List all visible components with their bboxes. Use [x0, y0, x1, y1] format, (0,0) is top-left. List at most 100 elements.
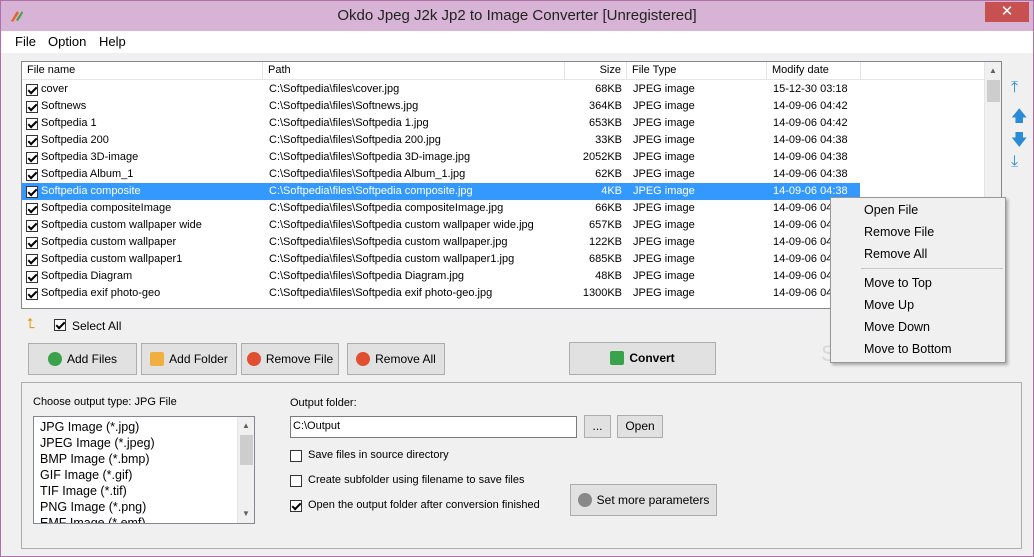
menu-help[interactable]: Help: [99, 34, 126, 49]
output-type-item[interactable]: PNG Image (*.png): [40, 499, 146, 515]
table-row[interactable]: Softnews C:\Softpedia\files\Softnews.jpg 3…: [22, 98, 984, 115]
select-all-label: Select All: [72, 319, 122, 333]
row-checkbox[interactable]: [26, 186, 38, 198]
file-path-cell: C:\Softpedia\files\cover.jpg: [269, 83, 400, 95]
add-folder-button[interactable]: Add Folder: [141, 343, 237, 375]
context-menu-item[interactable]: Open File: [864, 200, 918, 220]
move-bottom-icon[interactable]: ⤓: [1011, 153, 1018, 171]
browse-button[interactable]: ...: [584, 415, 611, 438]
minus-icon: [246, 352, 261, 366]
move-down-icon[interactable]: 🡇: [1011, 129, 1027, 156]
row-checkbox[interactable]: [26, 101, 38, 113]
file-type-cell: JPEG image: [633, 253, 695, 265]
output-folder-input[interactable]: C:\Output: [290, 416, 577, 438]
file-size-cell: 66KB: [595, 202, 622, 214]
move-up-icon[interactable]: 🡅: [1011, 105, 1027, 132]
table-row[interactable]: Softpedia 200 C:\Softpedia\files\Softpedi…: [22, 132, 984, 149]
option-checkbox[interactable]: [290, 500, 302, 512]
table-row[interactable]: Softpedia 1 C:\Softpedia\files\Softpedia …: [22, 115, 984, 132]
select-all-row: ⮤ Select All: [27, 315, 227, 333]
remove-file-button[interactable]: Remove File: [241, 343, 339, 375]
row-checkbox[interactable]: [26, 237, 38, 249]
row-checkbox[interactable]: [26, 152, 38, 164]
output-type-item[interactable]: JPEG Image (*.jpeg): [40, 435, 155, 451]
convert-icon: [610, 351, 625, 365]
output-type-item[interactable]: TIF Image (*.tif): [40, 483, 127, 499]
menu-option[interactable]: Option: [48, 34, 86, 49]
file-path-cell: C:\Softpedia\files\Softpedia 3D-image.jp…: [269, 151, 471, 163]
set-parameters-button[interactable]: Set more parameters: [570, 484, 717, 516]
remove-all-button[interactable]: Remove All: [347, 343, 445, 375]
menu-file[interactable]: File: [15, 34, 36, 49]
file-name-cell: Softpedia exif photo-geo: [41, 287, 161, 299]
context-menu-item[interactable]: Remove File: [864, 222, 934, 242]
file-path-cell: C:\Softpedia\files\Softpedia custom wall…: [269, 219, 534, 231]
output-type-item[interactable]: BMP Image (*.bmp): [40, 451, 150, 467]
output-type-item[interactable]: JPG Image (*.jpg): [40, 419, 139, 435]
row-checkbox[interactable]: [26, 135, 38, 147]
file-size-cell: 2052KB: [582, 151, 622, 163]
row-checkbox[interactable]: [26, 271, 38, 283]
file-size-cell: 62KB: [595, 168, 622, 180]
file-name-cell: Softpedia custom wallpaper: [41, 236, 177, 248]
output-type-list[interactable]: JPG Image (*.jpg) JPEG Image (*.jpeg) BMP …: [33, 416, 255, 524]
file-type-cell: JPEG image: [633, 219, 695, 231]
file-date-cell: 14-09-06 04:38: [773, 151, 848, 163]
main-window: Okdo Jpeg J2k Jp2 to Image Converter [Un…: [0, 0, 1034, 557]
column-modify-date[interactable]: Modify date: [767, 62, 861, 80]
option-checkbox[interactable]: [290, 450, 302, 462]
file-path-cell: C:\Softpedia\files\Softpedia composite.j…: [269, 185, 473, 197]
output-type-label: Choose output type: JPG File: [33, 396, 177, 408]
scrollbar-thumb[interactable]: [987, 80, 1000, 102]
file-name-cell: Softpedia 1: [41, 117, 97, 129]
type-scroll-down-icon[interactable]: ▼: [242, 509, 250, 518]
type-scroll-up-icon[interactable]: ▲: [242, 421, 250, 430]
row-checkbox[interactable]: [26, 288, 38, 300]
file-name-cell: Softpedia 200: [41, 134, 109, 146]
file-name-cell: Softpedia 3D-image: [41, 151, 139, 163]
context-menu: Open File Remove File Remove All Move to To…: [830, 197, 1006, 363]
close-button[interactable]: ✕: [985, 2, 1029, 22]
row-checkbox[interactable]: [26, 220, 38, 232]
table-row[interactable]: Softpedia Album_1 C:\Softpedia\files\Soft…: [22, 166, 984, 183]
context-menu-item[interactable]: Move Down: [864, 317, 930, 337]
file-name-cell: Softpedia custom wallpaper1: [41, 253, 183, 265]
row-checkbox[interactable]: [26, 118, 38, 130]
output-type-item[interactable]: GIF Image (*.gif): [40, 467, 132, 483]
table-row[interactable]: Softpedia 3D-image C:\Softpedia\files\Sof…: [22, 149, 984, 166]
context-menu-item[interactable]: Move to Top: [864, 273, 932, 293]
file-type-cell: JPEG image: [633, 185, 695, 197]
menu-bar: File Option Help: [1, 31, 1033, 53]
row-checkbox[interactable]: [26, 84, 38, 96]
up-folder-icon[interactable]: ⮤: [27, 315, 35, 332]
row-checkbox[interactable]: [26, 169, 38, 181]
gear-icon: [577, 493, 592, 507]
context-menu-item[interactable]: Move to Bottom: [864, 339, 952, 359]
column-file-name[interactable]: File name: [22, 62, 263, 80]
file-date-cell: 14-09-06 04:38: [773, 134, 848, 146]
context-menu-item[interactable]: Remove All: [864, 244, 927, 264]
move-top-icon[interactable]: ⤒: [1011, 79, 1018, 97]
table-row[interactable]: cover C:\Softpedia\files\cover.jpg 68KB JPE…: [22, 81, 984, 98]
row-checkbox[interactable]: [26, 203, 38, 215]
file-type-cell: JPEG image: [633, 202, 695, 214]
column-file-type[interactable]: File Type: [627, 62, 767, 80]
add-files-button[interactable]: Add Files: [28, 343, 137, 375]
column-size[interactable]: Size: [565, 62, 627, 80]
option-checkbox[interactable]: [290, 475, 302, 487]
scroll-up-icon[interactable]: ▲: [989, 66, 997, 75]
output-type-item[interactable]: EMF Image (*.emf): [40, 515, 146, 523]
context-menu-item[interactable]: Move Up: [864, 295, 914, 315]
file-name-cell: Softpedia Diagram: [41, 270, 133, 282]
file-date-cell: 14-09-06 04:42: [773, 117, 848, 129]
convert-button[interactable]: Convert: [569, 342, 716, 375]
column-path[interactable]: Path: [263, 62, 565, 80]
select-all-checkbox[interactable]: [54, 319, 66, 331]
file-date-cell: 15-12-30 03:18: [773, 83, 848, 95]
file-type-cell: JPEG image: [633, 134, 695, 146]
type-scrollbar-thumb[interactable]: [240, 435, 253, 465]
row-checkbox[interactable]: [26, 254, 38, 266]
file-size-cell: 33KB: [595, 134, 622, 146]
output-type-scrollbar[interactable]: ▲ ▼: [237, 417, 254, 523]
open-folder-button[interactable]: Open: [617, 415, 663, 438]
